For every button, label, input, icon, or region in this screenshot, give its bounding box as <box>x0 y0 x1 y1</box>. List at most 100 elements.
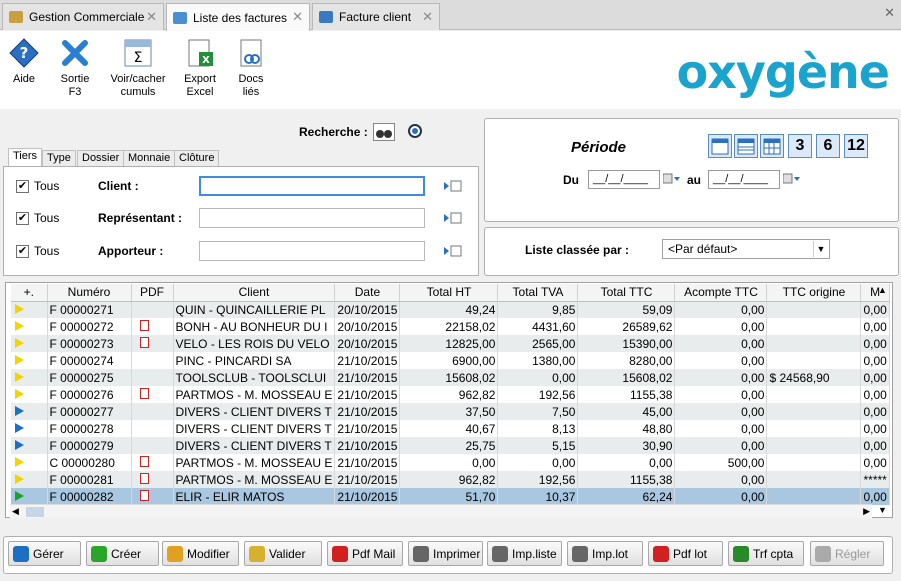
pdf-cell <box>131 420 174 437</box>
calendar-dropdown-icon[interactable] <box>662 173 681 185</box>
table-row[interactable]: F 00000282 ELIR - ELIR MATOS 21/10/2015 51,… <box>11 488 890 505</box>
status-cell <box>11 420 48 437</box>
tab-cloture[interactable]: Clôture <box>174 150 220 166</box>
col-acompte-ttc[interactable]: Acompte TTC <box>674 284 768 302</box>
table-row[interactable]: F 00000276 PARTMOS - M. MOSSEAU E 21/10/20… <box>11 386 890 403</box>
pdf-mail-button[interactable]: Pdf Mail <box>327 541 403 566</box>
trf-cpta-button[interactable]: Trf cpta <box>728 541 804 566</box>
export-excel-button[interactable]: X Export Excel <box>173 35 227 99</box>
table-row[interactable]: F 00000278 DIVERS - CLIENT DIVERS T 21/10/… <box>11 420 890 437</box>
tab-facture-client[interactable]: Facture client ✕ <box>312 3 440 30</box>
imprimer-button[interactable]: Imprimer <box>408 541 483 566</box>
total-ttc-cell: 45,00 <box>577 403 676 420</box>
pdf-icon[interactable] <box>139 455 149 467</box>
table-row[interactable]: F 00000273 VELO - LES ROIS DU VELO 20/10/2… <box>11 335 890 352</box>
scroll-right-icon[interactable]: ▶ <box>863 506 870 517</box>
close-icon[interactable]: ✕ <box>422 9 433 25</box>
client-input[interactable] <box>199 176 425 196</box>
vertical-scrollbar[interactable]: ▲ ▼ <box>876 285 890 515</box>
scroll-down-icon[interactable]: ▼ <box>878 505 887 515</box>
period-3-months-button[interactable]: 3 <box>788 134 812 158</box>
table-row[interactable]: F 00000277 DIVERS - CLIENT DIVERS T 21/10/… <box>11 403 890 420</box>
créer-button[interactable]: Créer <box>86 541 159 566</box>
period-12-months-button[interactable]: 12 <box>844 134 868 158</box>
list-select-icon[interactable] <box>444 245 462 257</box>
close-icon[interactable]: ✕ <box>292 9 303 25</box>
imp-lot-button[interactable]: Imp.lot <box>567 541 643 566</box>
col-ttc-origine[interactable]: TTC origine <box>766 284 862 302</box>
valider-button[interactable]: Valider <box>244 541 322 566</box>
client-cell: DIVERS - CLIENT DIVERS T <box>173 437 336 454</box>
tab-dossier[interactable]: Dossier <box>77 150 125 166</box>
docs-lies-button[interactable]: Docs liés <box>224 35 278 99</box>
ttc-origine-cell <box>766 318 862 335</box>
table-row[interactable]: F 00000279 DIVERS - CLIENT DIVERS T 21/10/… <box>11 437 890 454</box>
binoculars-icon[interactable] <box>373 123 395 141</box>
representant-input[interactable] <box>199 208 425 228</box>
tab-gestion-commerciale[interactable]: Gestion Commerciale ✕ <box>2 3 164 30</box>
col-total-ht[interactable]: Total HT <box>399 284 499 302</box>
scroll-up-icon[interactable]: ▲ <box>878 285 887 295</box>
col-total-tva[interactable]: Total TVA <box>497 284 579 302</box>
imp-liste-button[interactable]: Imp.liste <box>487 541 562 566</box>
scroll-thumb[interactable] <box>26 507 44 517</box>
status-cell <box>11 488 48 505</box>
close-icon[interactable]: ✕ <box>146 9 157 25</box>
list-select-icon[interactable] <box>444 180 462 192</box>
tous-representant-checkbox[interactable]: ✔ <box>16 211 29 225</box>
aide-button[interactable]: ? Aide <box>0 35 51 86</box>
col-pdf[interactable]: PDF <box>131 284 174 302</box>
sort-select[interactable]: <Par défaut> ▼ <box>662 239 830 259</box>
pdf-icon[interactable] <box>139 387 149 399</box>
col-client[interactable]: Client <box>173 284 336 302</box>
table-row[interactable]: C 00000280 PARTMOS - M. MOSSEAU E 21/10/20… <box>11 454 890 471</box>
col-numero[interactable]: Numéro <box>47 284 132 302</box>
scroll-left-icon[interactable]: ◀ <box>12 506 19 517</box>
period-day-icon[interactable] <box>708 134 732 158</box>
cumuls-button[interactable]: Σ Voir/cacher cumuls <box>110 35 166 99</box>
régler-button[interactable]: Régler <box>810 541 884 566</box>
horizontal-scrollbar[interactable]: ◀ ▶ <box>10 504 872 518</box>
list-select-icon[interactable] <box>444 212 462 224</box>
tab-monnaie[interactable]: Monnaie <box>123 150 176 166</box>
pdf-icon[interactable] <box>139 489 149 501</box>
period-week-icon[interactable] <box>734 134 758 158</box>
chevron-down-icon[interactable]: ▼ <box>813 241 828 257</box>
invoices-grid: +. Numéro PDF Client Date Total HT Total… <box>5 282 893 518</box>
period-month-icon[interactable] <box>760 134 784 158</box>
pdf-icon[interactable] <box>139 472 149 484</box>
date-cell: 20/10/2015 <box>334 335 401 352</box>
table-row[interactable]: F 00000281 PARTMOS - M. MOSSEAU E 21/10/20… <box>11 471 890 488</box>
gérer-button[interactable]: Gérer <box>8 541 81 566</box>
modifier-button[interactable]: Modifier <box>162 541 239 566</box>
table-row[interactable]: F 00000274 PINC - PINCARDI SA 21/10/2015 69… <box>11 352 890 369</box>
total-tva-cell: 1380,00 <box>497 352 579 369</box>
close-all-tabs-icon[interactable]: ✕ <box>884 5 895 21</box>
col-date[interactable]: Date <box>334 284 401 302</box>
sortie-button[interactable]: Sortie F3 <box>48 35 102 99</box>
pdf-icon[interactable] <box>139 336 149 348</box>
tab-type[interactable]: Type <box>42 150 76 166</box>
table-row[interactable]: F 00000271 QUIN - QUINCAILLERIE PL 20/10/2… <box>11 301 890 318</box>
date-cell: 21/10/2015 <box>334 454 401 471</box>
invoice-settings-icon <box>319 11 333 23</box>
tab-tiers[interactable]: Tiers <box>8 148 43 167</box>
tous-client-checkbox[interactable]: ✔ <box>16 179 29 193</box>
calendar-dropdown-icon[interactable] <box>782 173 801 185</box>
zoom-search-icon[interactable] <box>407 123 425 141</box>
period-6-months-button[interactable]: 6 <box>816 134 840 158</box>
tab-liste-factures[interactable]: Liste des factures ✕ <box>166 3 310 31</box>
add-column-icon[interactable]: +. <box>11 284 48 302</box>
tous-apporteur-checkbox[interactable]: ✔ <box>16 244 29 258</box>
date-from-input[interactable]: __/__/____ <box>588 170 660 189</box>
button-label: Imp.liste <box>512 546 557 561</box>
col-total-ttc[interactable]: Total TTC <box>577 284 676 302</box>
apporteur-input[interactable] <box>199 241 425 261</box>
date-to-input[interactable]: __/__/____ <box>708 170 780 189</box>
table-row[interactable]: F 00000272 BONH - AU BONHEUR DU I 20/10/20… <box>11 318 890 335</box>
pdf-icon[interactable] <box>139 319 149 331</box>
table-row[interactable]: F 00000275 TOOLSCLUB - TOOLSCLUI 21/10/201… <box>11 369 890 386</box>
pdf-lot-button[interactable]: Pdf lot <box>648 541 723 566</box>
acompte-ttc-cell: 0,00 <box>674 420 768 437</box>
total-tva-cell: 192,56 <box>497 471 579 488</box>
